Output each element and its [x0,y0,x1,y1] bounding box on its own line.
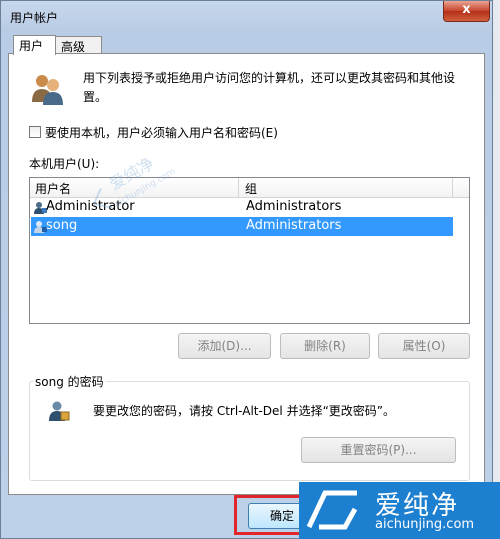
password-description: 要更改您的密码，请按 Ctrl-Alt-Del 并选择“更改密码”。 [93,404,396,418]
require-login-checkbox-label[interactable]: 要使用本机，用户必须输入用户名和密码(E) [45,124,278,141]
remove-button[interactable]: 删除(R) [280,333,370,359]
title-bar[interactable]: 用户帐户 x [1,1,492,31]
password-group [29,381,470,481]
password-group-title: song 的密码 [33,373,106,390]
add-button[interactable]: 添加(D)... [178,333,271,359]
watermark-mark-icon [306,490,358,530]
dialog-description: 用下列表授予或拒绝用户访问您的计算机，还可以更改其密码和其他设置。 [83,71,456,104]
column-header-group[interactable]: 组 [245,180,257,197]
highlight-box [234,495,308,535]
column-header-username[interactable]: 用户名 [35,180,71,197]
tab-users[interactable]: 用户 [13,35,56,55]
window-title: 用户帐户 [10,11,59,25]
reset-password-button[interactable]: 重置密码(P)... [301,437,456,463]
users-icon [32,75,63,105]
tab-advanced[interactable]: 高级 [55,36,102,54]
cell-group: Administrators [246,218,342,233]
require-login-checkbox[interactable] [29,126,41,138]
cell-username: song [46,218,78,233]
close-button[interactable]: x [443,1,490,22]
cell-group: Administrators [246,199,342,214]
user-key-icon [49,401,70,421]
watermark-url-text: aichunjing.com [375,517,475,532]
faint-watermark: 爱纯净 aichunjing.com [92,153,177,210]
properties-button[interactable]: 属性(O) [378,333,470,359]
